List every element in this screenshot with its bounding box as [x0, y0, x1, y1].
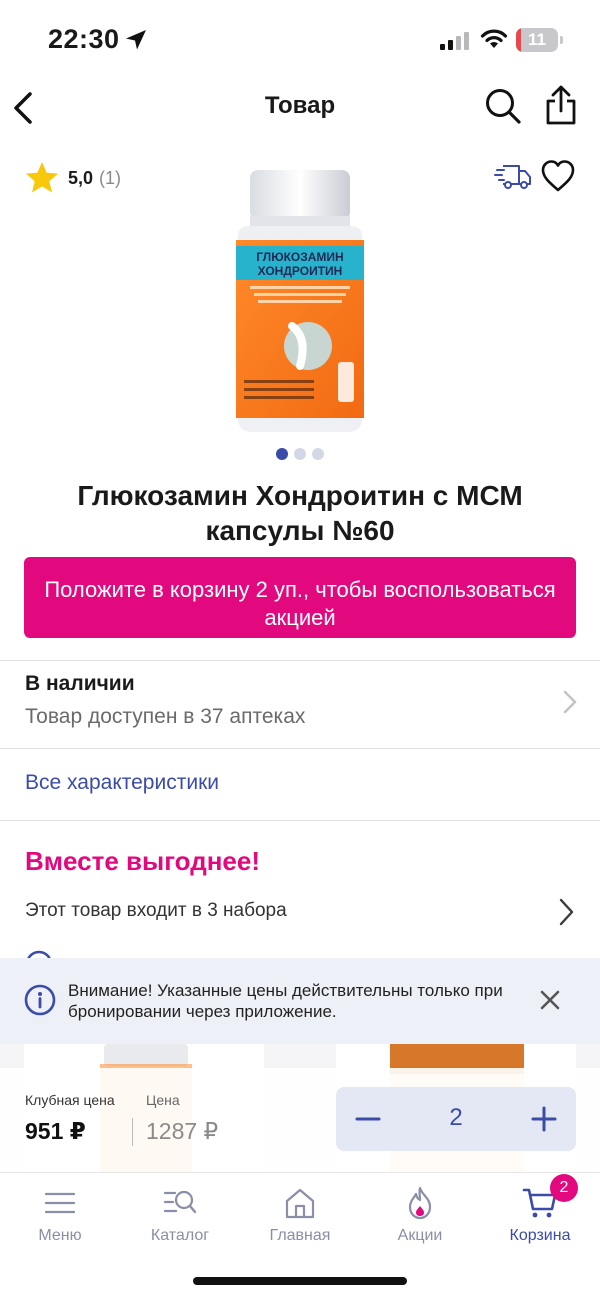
divider: [0, 820, 600, 821]
tab-label: Акции: [397, 1227, 443, 1244]
status-bar: 22:30 11: [0, 0, 600, 80]
product-image[interactable]: ГЛЮКОЗАМИН ХОНДРОИТИН: [230, 166, 370, 436]
home-indicator[interactable]: [193, 1277, 407, 1285]
minus-icon: [355, 1117, 381, 1121]
status-time: 22:30: [48, 24, 120, 54]
star-icon: [26, 162, 58, 193]
tab-label: Меню: [38, 1227, 82, 1244]
bundles-description: Этот товар входит в 3 набора: [25, 900, 287, 921]
club-price-label: Клубная цена: [25, 1092, 115, 1108]
bundles-row[interactable]: Этот товар входит в 3 набора: [0, 896, 600, 932]
regular-price-value: 1287 ₽: [146, 1118, 219, 1144]
tab-label: Корзина: [509, 1227, 571, 1244]
info-icon: [24, 984, 56, 1016]
club-price-value: 951 ₽: [25, 1118, 86, 1144]
battery-level-text: 11: [528, 30, 546, 49]
home-icon: [285, 1188, 315, 1219]
notice-text: Внимание! Указанные цены действительны т…: [68, 981, 503, 1021]
availability-subtitle: Товар доступен в 37 аптеках: [25, 705, 306, 728]
bottle-label-line2: ХОНДРОИТИН: [258, 264, 343, 278]
battery-icon: 11: [516, 28, 564, 52]
quantity-value: 2: [449, 1104, 463, 1131]
cellular-signal-icon: [440, 32, 469, 50]
promo-add-to-cart-button[interactable]: Положите в корзину 2 уп., чтобы воспольз…: [24, 557, 576, 638]
nav-header: Товар: [0, 80, 600, 136]
plus-icon: [531, 1106, 557, 1132]
availability-title: В наличии: [25, 672, 135, 695]
search-icon[interactable]: [484, 86, 522, 126]
quantity-stepper: 2: [336, 1087, 576, 1151]
increase-quantity-button[interactable]: [512, 1087, 576, 1151]
tab-promotions[interactable]: Акции: [360, 1181, 480, 1253]
tab-menu[interactable]: Меню: [0, 1181, 120, 1253]
cart-count-badge: 2: [550, 1174, 578, 1202]
carousel-dots[interactable]: [0, 448, 600, 460]
location-arrow-icon: [126, 30, 146, 50]
bottle-label-line1: ГЛЮКОЗАМИН: [256, 250, 343, 264]
tab-cart[interactable]: Корзина: [480, 1181, 600, 1253]
carousel-dot[interactable]: [276, 448, 288, 460]
price-bar: Клубная цена 951 ₽ Цена 1287 ₽ 2: [0, 1068, 600, 1172]
tab-catalog[interactable]: Каталог: [120, 1181, 240, 1253]
price-separator: [132, 1118, 133, 1146]
close-icon[interactable]: [538, 988, 562, 1012]
product-rating[interactable]: 5,0 (1): [24, 160, 121, 196]
product-title: Глюкозамин Хондроитин с МСМ капсулы №60: [77, 480, 523, 546]
promo-flame-icon: [408, 1186, 432, 1220]
tab-label: Каталог: [150, 1227, 210, 1244]
bundles-title: Вместе выгоднее!: [25, 846, 261, 876]
divider: [0, 748, 600, 749]
all-specs-link[interactable]: Все характеристики: [25, 771, 219, 795]
regular-price-label: Цена: [146, 1092, 180, 1108]
rating-value: 5,0: [68, 167, 94, 188]
share-icon[interactable]: [544, 84, 578, 126]
tab-label: Главная: [269, 1227, 331, 1244]
carousel-dot[interactable]: [294, 448, 306, 460]
decrease-quantity-button[interactable]: [336, 1087, 400, 1151]
catalog-icon: [163, 1190, 197, 1214]
availability-row[interactable]: В наличии Товар доступен в 37 аптеках: [0, 660, 600, 748]
carousel-dot[interactable]: [312, 448, 324, 460]
rating-count: (1): [99, 167, 122, 188]
price-notice-banner: Внимание! Указанные цены действительны т…: [0, 958, 600, 1044]
chevron-right-icon: [559, 898, 574, 926]
delivery-truck-icon[interactable]: [494, 160, 532, 192]
chevron-right-icon: [563, 690, 577, 714]
tab-home[interactable]: Главная: [240, 1181, 360, 1253]
menu-icon: [44, 1192, 76, 1214]
favorite-heart-icon[interactable]: [540, 158, 576, 194]
wifi-icon: [480, 29, 508, 48]
